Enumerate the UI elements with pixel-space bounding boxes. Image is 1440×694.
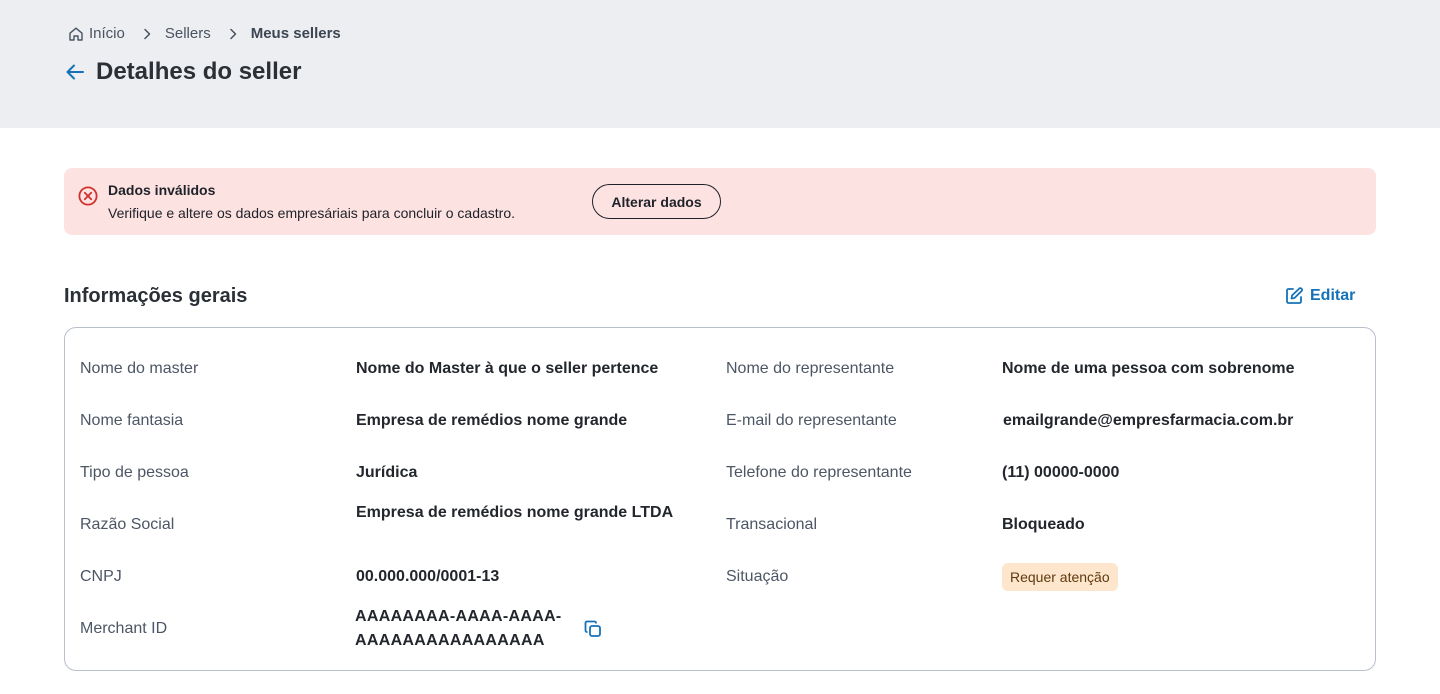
label-transactional: Transacional xyxy=(726,516,818,533)
edit-icon xyxy=(1284,286,1304,306)
change-data-button[interactable]: Alterar dados xyxy=(592,184,721,219)
arrow-left-icon[interactable] xyxy=(64,61,86,83)
label-representative-name: Nome do representante xyxy=(726,360,895,377)
breadcrumb-current: Meus sellers xyxy=(251,25,341,42)
edit-button[interactable]: Editar xyxy=(1284,286,1355,306)
label-person-type: Tipo de pessoa xyxy=(80,464,189,481)
label-cnpj: CNPJ xyxy=(80,568,122,585)
value-transactional: Bloqueado xyxy=(1002,516,1085,533)
title-row: Detalhes do seller xyxy=(64,58,301,86)
breadcrumb-sellers-link[interactable]: Sellers xyxy=(165,25,211,42)
label-merchant-id: Merchant ID xyxy=(80,620,168,637)
chevron-right-icon xyxy=(225,26,241,42)
label-master-name: Nome do master xyxy=(80,360,199,377)
alert-description: Verifique e altere os dados empresáriais… xyxy=(108,205,515,221)
label-representative-phone: Telefone do representante xyxy=(726,464,912,481)
x-circle-icon xyxy=(78,186,98,206)
label-status: Situação xyxy=(726,568,789,585)
general-info-card: Nome do master Nome do Master à que o se… xyxy=(64,327,1376,671)
section-title: Informações gerais xyxy=(64,285,248,307)
breadcrumb-home[interactable]: Início xyxy=(68,25,125,42)
status-badge: Requer atenção xyxy=(1002,563,1118,591)
breadcrumb-current-label: Meus sellers xyxy=(250,25,341,42)
breadcrumb-sellers[interactable]: Sellers xyxy=(165,25,211,42)
value-master-name: Nome do Master à que o seller pertence xyxy=(356,360,659,377)
copy-icon[interactable] xyxy=(583,619,603,639)
value-representative-name: Nome de uma pessoa com sobrenome xyxy=(1002,360,1295,377)
value-merchant-id: AAAAAAAA-AAAA-AAAA-AAAAAAAAAAAAAAAA xyxy=(355,608,562,649)
page-title: Detalhes do seller xyxy=(96,58,302,85)
label-representative-email: E-mail do representante xyxy=(726,412,897,429)
label-company-name: Razão Social xyxy=(80,516,175,533)
label-trade-name: Nome fantasia xyxy=(80,412,184,429)
invalid-data-alert: Dados inválidos Verifique e altere os da… xyxy=(64,168,1376,235)
value-person-type: Jurídica xyxy=(356,464,418,481)
value-trade-name: Empresa de remédios nome grande xyxy=(356,412,628,429)
value-company-name: Empresa de remédios nome grande LTDA xyxy=(356,504,674,521)
value-cnpj: 00.000.000/0001-13 xyxy=(356,568,500,585)
edit-label: Editar xyxy=(1310,287,1356,304)
page-header: Início Sellers Meus sellers Detalhes do … xyxy=(0,0,1440,128)
breadcrumb-home-link[interactable]: Início xyxy=(89,25,125,42)
home-icon xyxy=(68,26,84,42)
value-representative-email: emailgrande@empresfarmacia.com.br xyxy=(1003,412,1294,429)
value-representative-phone: (11) 00000-0000 xyxy=(1002,464,1120,481)
breadcrumb: Início Sellers Meus sellers xyxy=(68,25,341,42)
chevron-right-icon xyxy=(139,26,155,42)
alert-title: Dados inválidos xyxy=(108,182,216,198)
